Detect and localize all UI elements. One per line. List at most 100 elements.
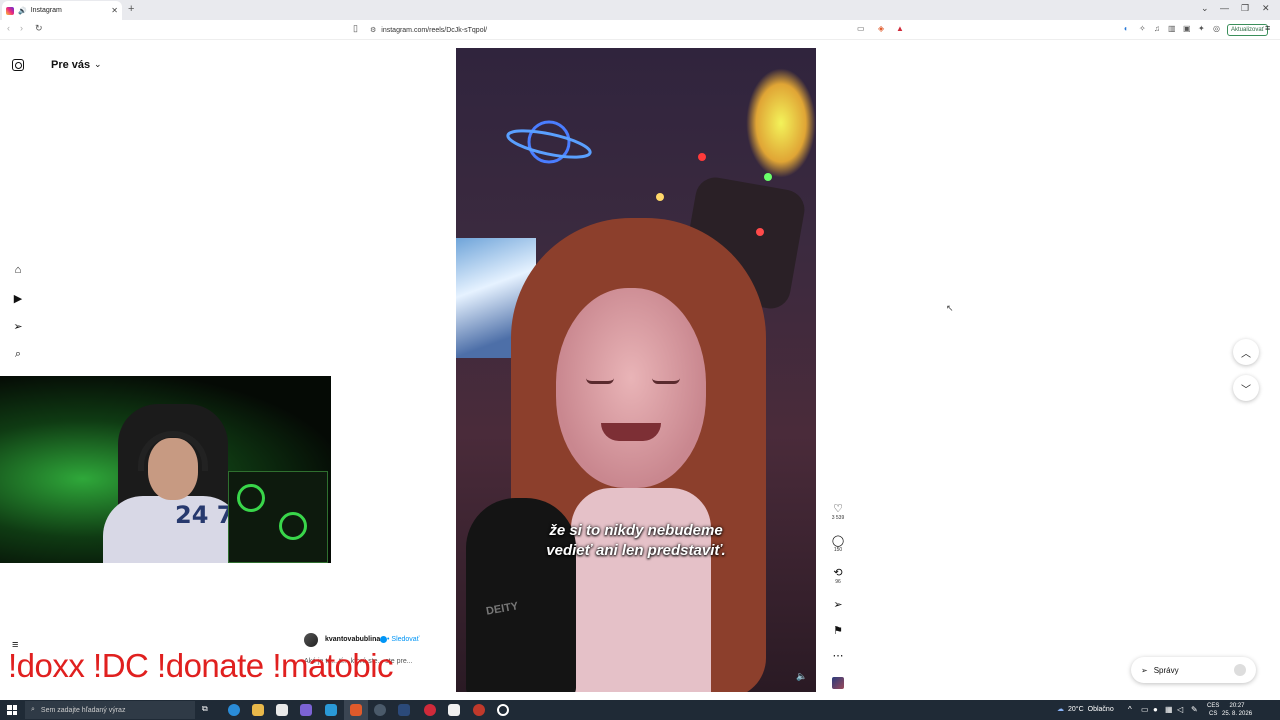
- file-explorer-icon[interactable]: [252, 704, 264, 716]
- more-action[interactable]: ⋯: [829, 650, 847, 662]
- temperature: 20°C: [1068, 705, 1084, 713]
- minimize-icon[interactable]: —: [1220, 3, 1229, 13]
- chevron-down-icon: ﹀: [1241, 384, 1251, 396]
- author-name[interactable]: kvantovabublina: [325, 636, 380, 643]
- sidebar-icon[interactable]: ▥: [1168, 24, 1176, 33]
- tray-icon[interactable]: ▭: [1141, 705, 1149, 714]
- scroll-up-button[interactable]: ︿: [1233, 339, 1259, 365]
- clock-date: 25. 8. 2026: [1222, 711, 1253, 717]
- send-icon[interactable]: ➢: [829, 599, 847, 611]
- app-icon[interactable]: [448, 704, 460, 716]
- cast-icon[interactable]: ▭: [857, 24, 865, 33]
- instagram-favicon-icon: [6, 6, 14, 15]
- heart-icon[interactable]: ♡: [829, 503, 847, 515]
- send-icon[interactable]: ➢: [11, 320, 25, 333]
- app-icon[interactable]: [424, 704, 436, 716]
- home-icon[interactable]: ⌂: [11, 264, 25, 276]
- tab-title: Instagram: [30, 7, 62, 14]
- bookmark-icon[interactable]: ⚑: [829, 625, 847, 637]
- leo-ai-icon[interactable]: ✦: [1198, 24, 1205, 33]
- windows-start-icon[interactable]: [7, 705, 17, 715]
- audio-thumbnail[interactable]: [832, 677, 844, 689]
- read-aloud-icon[interactable]: ◖: [1123, 24, 1128, 33]
- app-icon[interactable]: [325, 704, 337, 716]
- reel-video[interactable]: DEITY že si to nikdy nebudeme vedieť ani…: [456, 48, 816, 692]
- comment-icon[interactable]: ◯: [829, 535, 847, 547]
- vpn-icon[interactable]: ◎: [1213, 24, 1220, 33]
- neon-planet-icon: [506, 120, 592, 164]
- person-face: [556, 288, 706, 488]
- music-icon[interactable]: ♫: [1154, 24, 1160, 33]
- fairy-light: [698, 153, 706, 161]
- search-icon[interactable]: ⌕: [11, 348, 25, 361]
- language-secondary: CS: [1209, 711, 1218, 717]
- author-avatar[interactable]: [304, 633, 318, 647]
- tab-list-chevron-icon[interactable]: ⌄: [1201, 3, 1209, 14]
- edge-icon[interactable]: [228, 704, 240, 716]
- speaker-icon[interactable]: 🔊: [18, 7, 27, 15]
- network-icon[interactable]: ▦: [1165, 705, 1173, 714]
- site-settings-icon[interactable]: ⚙: [370, 26, 376, 34]
- store-icon[interactable]: [276, 704, 288, 716]
- system-clock[interactable]: 20:27 25. 8. 2026: [1222, 702, 1252, 718]
- like-count: 3 539: [831, 515, 845, 521]
- chevron-down-icon[interactable]: ⌄: [94, 59, 102, 70]
- tab-strip: 🔊 Instagram ✕ + ⌄ — ❐ ✕: [0, 0, 1280, 20]
- reload-icon[interactable]: ↻: [35, 23, 43, 34]
- wallet-icon[interactable]: ▣: [1183, 24, 1191, 33]
- brave-shield-icon[interactable]: ◈: [878, 24, 884, 33]
- volume-icon[interactable]: ◁: [1177, 705, 1183, 714]
- save-action[interactable]: ⚑: [829, 625, 847, 637]
- like-action[interactable]: ♡ 3 539: [829, 503, 847, 522]
- task-view-icon[interactable]: ⧉: [202, 704, 214, 716]
- brave-icon[interactable]: [350, 704, 362, 716]
- brave-rewards-icon[interactable]: ▲: [896, 24, 904, 33]
- repost-action[interactable]: ⟲ 96: [829, 567, 847, 586]
- weather-condition: Oblačno: [1087, 705, 1114, 713]
- search-icon: ⌕: [31, 706, 35, 713]
- pen-icon[interactable]: ✎: [1191, 705, 1198, 714]
- mouse-cursor-icon: ↖: [946, 303, 954, 313]
- scroll-down-button[interactable]: ﹀: [1233, 375, 1259, 401]
- url-text: instagram.com/reels/DcJk-sTqpol/: [381, 26, 488, 34]
- extensions-icon[interactable]: ✧: [1139, 24, 1146, 33]
- messages-button[interactable]: ➢ Správy: [1131, 657, 1256, 683]
- fairy-light: [656, 193, 664, 201]
- taskbar-search[interactable]: ⌕ Sem zadajte hľadaný výraz: [25, 701, 195, 719]
- app-icon[interactable]: [300, 704, 312, 716]
- app-icon[interactable]: [374, 704, 386, 716]
- microphone-icon[interactable]: ●: [1153, 705, 1158, 714]
- eye: [586, 378, 614, 384]
- caption-line-2: vedieť ani len predstaviť.: [546, 542, 726, 559]
- update-button[interactable]: Aktualizovať: [1227, 24, 1268, 36]
- app-icon[interactable]: [473, 704, 485, 716]
- url-bar[interactable]: ⚙ instagram.com/reels/DcJk-sTqpol/: [370, 22, 910, 38]
- back-icon[interactable]: ‹: [7, 23, 10, 33]
- input-language[interactable]: CES CS: [1207, 702, 1219, 718]
- menu-icon[interactable]: ≡: [1265, 23, 1270, 33]
- maximize-icon[interactable]: ❐: [1241, 3, 1249, 14]
- close-tab-icon[interactable]: ✕: [111, 6, 118, 15]
- tab-instagram[interactable]: 🔊 Instagram ✕: [2, 1, 122, 20]
- mute-icon[interactable]: 🔈: [796, 671, 807, 682]
- webcam-overlay: 24 7: [0, 376, 331, 563]
- close-window-icon[interactable]: ✕: [1262, 3, 1270, 14]
- bookmark-icon[interactable]: ▯: [353, 23, 358, 34]
- follow-button[interactable]: • Sledovať: [387, 636, 419, 643]
- obs-icon[interactable]: [497, 704, 509, 716]
- plus-icon[interactable]: +: [128, 3, 134, 15]
- comment-action[interactable]: ◯ 150: [829, 535, 847, 554]
- forward-icon[interactable]: ›: [20, 23, 23, 33]
- reels-icon[interactable]: ▶: [11, 292, 25, 305]
- taskbar-search-placeholder: Sem zadajte hľadaný výraz: [40, 706, 126, 714]
- weather-widget[interactable]: ☁ 20°C Oblačno: [1057, 705, 1114, 714]
- steam-icon[interactable]: [398, 704, 410, 716]
- more-icon[interactable]: ⋯: [829, 650, 847, 662]
- repost-icon[interactable]: ⟲: [829, 567, 847, 579]
- chevron-up-icon[interactable]: ^: [1128, 705, 1132, 714]
- comment-count: 150: [833, 547, 843, 553]
- feed-selector[interactable]: Pre vás: [51, 59, 90, 71]
- repost-count: 96: [835, 579, 841, 585]
- instagram-logo-icon[interactable]: [12, 59, 24, 71]
- share-action[interactable]: ➢: [829, 599, 847, 611]
